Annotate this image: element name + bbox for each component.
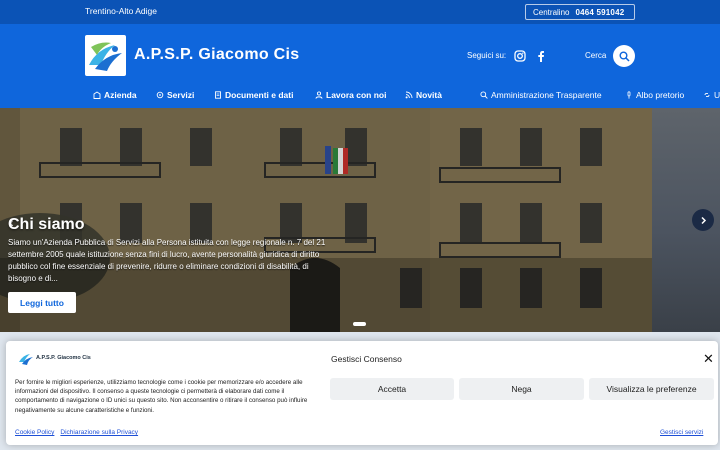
privacy-link[interactable]: Dichiarazione sulla Privacy — [60, 429, 138, 436]
hero-building-image — [0, 108, 652, 332]
follow-label: Seguici su: — [467, 51, 507, 60]
region-link[interactable]: Trentino-Alto Adige — [85, 6, 157, 16]
hero-slider: ‹ Chi siamo Siamo un'Azienda Pubblica di… — [0, 108, 652, 332]
accept-button[interactable]: Accetta — [330, 378, 454, 400]
close-icon[interactable]: ✕ — [703, 352, 714, 365]
nav-item-novita[interactable]: Novità — [405, 90, 442, 100]
nav-item-lavora[interactable]: Lavora con noi — [315, 90, 386, 100]
nav-label: Novità — [416, 90, 442, 100]
hero-description: Siamo un'Azienda Pubblica di Servizi all… — [8, 238, 326, 283]
nav-item-azienda[interactable]: Azienda — [93, 90, 137, 100]
slider-dot-active[interactable] — [353, 322, 366, 326]
deny-button[interactable]: Nega — [459, 378, 584, 400]
cookie-policy-link[interactable]: Cookie Policy — [15, 429, 54, 436]
nav-item-documenti[interactable]: Documenti e dati — [214, 90, 293, 100]
nav-item-servizi[interactable]: Servizi — [156, 90, 194, 100]
site-header: A.P.S.P. Giacomo Cis Seguici su: Cerca — [0, 24, 720, 86]
next-slide-button[interactable] — [692, 209, 714, 231]
nav-label: Documenti e dati — [225, 90, 294, 100]
instagram-icon[interactable] — [514, 49, 526, 62]
nav-label: Lavora con noi — [326, 90, 387, 100]
main-nav: Azienda Servizi Documenti e dati Lavora … — [0, 86, 720, 108]
consent-text: Per fornire le migliori esperienze, util… — [15, 379, 308, 414]
site-title[interactable]: A.P.S.P. Giacomo Cis — [134, 46, 299, 64]
nav-label: Servizi — [167, 90, 195, 100]
cookie-consent-banner: A.P.S.P. Giacomo Cis Gestisci Consenso ✕… — [6, 341, 718, 445]
read-more-button[interactable]: Leggi tutto — [8, 292, 76, 313]
person-icon — [315, 91, 323, 99]
rss-icon — [405, 91, 413, 99]
document-icon — [215, 91, 221, 99]
search-button[interactable] — [613, 45, 635, 67]
top-bar: Trentino-Alto Adige Centralino 0464 59104… — [0, 0, 720, 24]
hero-title: Chi siamo — [8, 216, 85, 233]
nav-item-more[interactable]: U — [703, 90, 720, 100]
manage-services-link[interactable]: Gestisci servizi — [660, 429, 703, 436]
phone-label: Centralino — [533, 8, 570, 17]
search-icon — [619, 51, 630, 62]
search-icon — [480, 91, 488, 99]
consent-title: Gestisci Consenso — [331, 354, 402, 364]
nav-label: Amministrazione Trasparente — [491, 90, 602, 100]
chevron-right-icon — [700, 216, 706, 224]
nav-item-albo[interactable]: Albo pretorio — [625, 90, 684, 100]
consent-logo-icon — [19, 354, 33, 365]
search-label: Cerca — [585, 51, 607, 60]
services-icon — [156, 91, 164, 99]
phone-number: 0464 591042 — [575, 8, 625, 17]
phone-box[interactable]: Centralino 0464 591042 — [525, 4, 635, 20]
site-logo[interactable] — [85, 35, 126, 76]
consent-logo-text: A.P.S.P. Giacomo Cis — [36, 355, 91, 361]
nav-label: Albo pretorio — [636, 90, 685, 100]
pin-icon — [627, 91, 631, 99]
nav-label: U — [714, 90, 720, 100]
facebook-icon[interactable] — [535, 49, 547, 62]
nav-label: Azienda — [104, 90, 137, 100]
building-icon — [93, 91, 101, 99]
consent-links: Cookie Policy Dichiarazione sulla Privacy — [15, 429, 144, 436]
nav-item-amministrazione[interactable]: Amministrazione Trasparente — [480, 90, 602, 100]
link-icon — [704, 92, 710, 98]
preferences-button[interactable]: Visualizza le preferenze — [589, 378, 714, 400]
